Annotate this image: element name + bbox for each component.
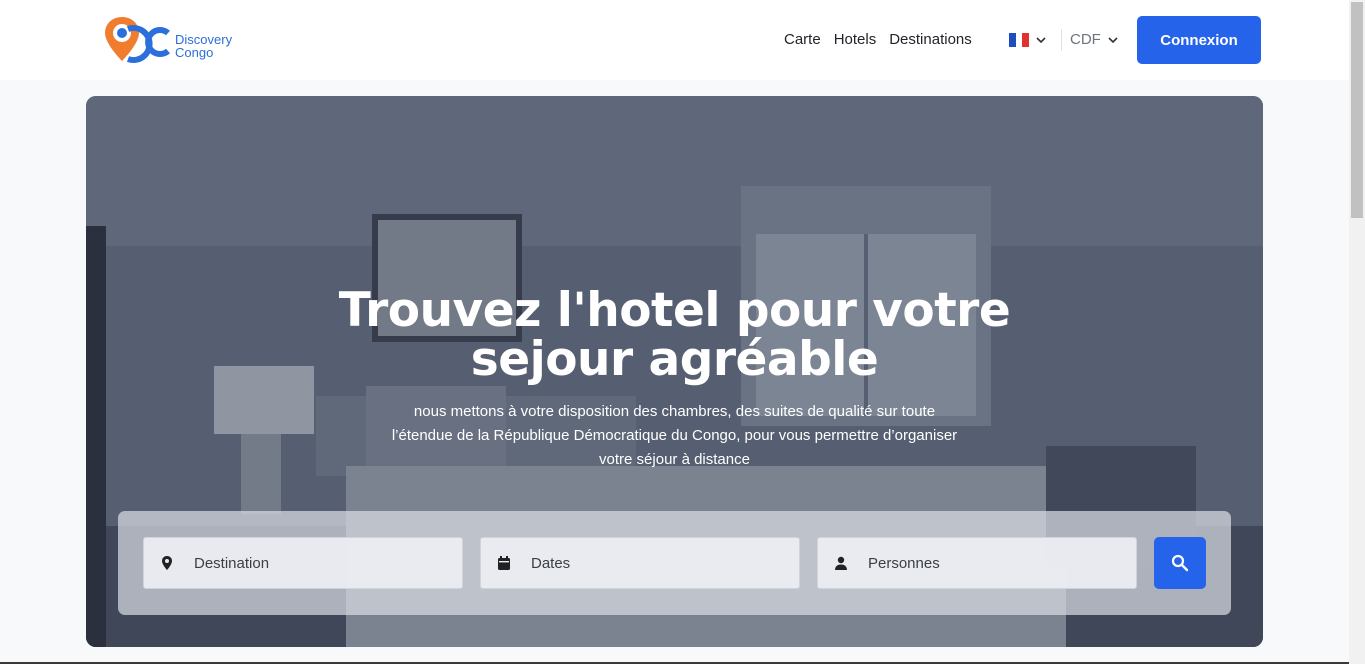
calendar-icon bbox=[498, 556, 510, 570]
hero-banner: Trouvez l'hotel pour votre sejour agréab… bbox=[86, 96, 1263, 647]
chevron-down-icon bbox=[1036, 37, 1046, 44]
currency-label: CDF bbox=[1070, 31, 1101, 48]
hero-title: Trouvez l'hotel pour votre sejour agréab… bbox=[86, 286, 1263, 384]
scrollbar-thumb[interactable] bbox=[1351, 2, 1363, 218]
dates-field[interactable] bbox=[480, 537, 800, 589]
chevron-down-icon bbox=[1108, 37, 1118, 44]
nav-item-destinations[interactable]: Destinations bbox=[889, 30, 972, 50]
language-selector[interactable] bbox=[1009, 31, 1047, 49]
nav-item-hotels[interactable]: Hotels bbox=[834, 30, 877, 50]
persons-field[interactable] bbox=[817, 537, 1137, 589]
hero-title-line1: Trouvez l'hotel pour votre bbox=[338, 283, 1011, 338]
brand-logo[interactable]: Discovery Congo bbox=[104, 15, 244, 65]
header-divider bbox=[1061, 29, 1062, 51]
search-form bbox=[118, 511, 1231, 615]
hero-title-line2: sejour agréable bbox=[470, 332, 879, 387]
map-pin-icon bbox=[162, 556, 172, 570]
destination-input[interactable] bbox=[194, 554, 434, 572]
person-icon bbox=[835, 556, 847, 570]
dates-input[interactable] bbox=[531, 554, 771, 572]
search-button[interactable] bbox=[1154, 537, 1206, 589]
hero-subtitle: nous mettons à votre disposition des cha… bbox=[391, 403, 958, 468]
login-button[interactable]: Connexion bbox=[1137, 16, 1261, 64]
brand-name: Discovery Congo bbox=[175, 33, 232, 59]
site-header: Discovery Congo Carte Hotels Destination… bbox=[0, 0, 1349, 80]
main-nav: Carte Hotels Destinations bbox=[784, 30, 972, 50]
brand-name-line2: Congo bbox=[175, 45, 214, 60]
destination-field[interactable] bbox=[143, 537, 463, 589]
search-icon bbox=[1171, 554, 1189, 572]
persons-input[interactable] bbox=[868, 554, 1108, 572]
logo-mark-icon bbox=[105, 17, 170, 63]
currency-selector[interactable]: CDF bbox=[1070, 30, 1119, 50]
fr-flag-icon bbox=[1009, 33, 1030, 47]
nav-item-carte[interactable]: Carte bbox=[784, 30, 821, 50]
